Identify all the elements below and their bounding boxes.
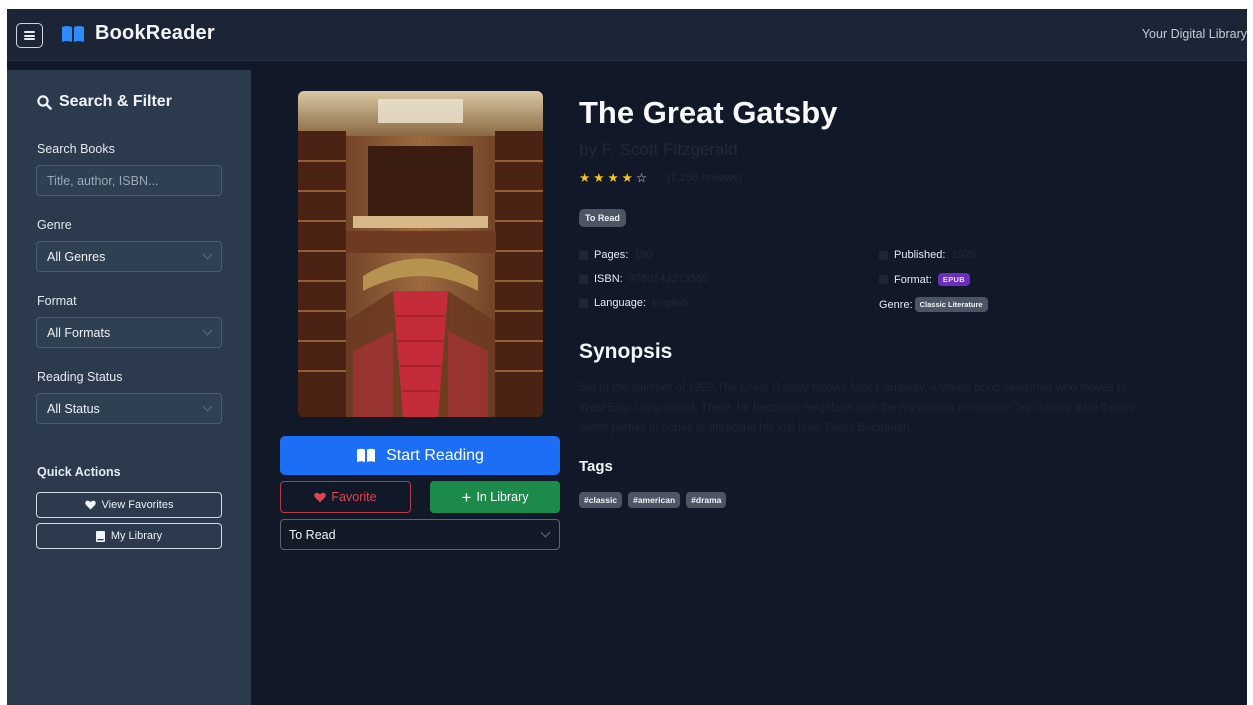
app-window: BookReader Your Digital Library Search &…	[7, 9, 1247, 705]
format-select[interactable]: All Formats	[36, 317, 222, 348]
in-library-label: In Library	[476, 490, 529, 504]
menu-toggle-button[interactable]	[16, 23, 43, 48]
isbn-row: ISBN: 9780743273565	[579, 273, 708, 285]
genre-badge: Classic Literature	[914, 297, 988, 312]
tag-chip[interactable]: #american	[628, 492, 681, 508]
search-icon	[37, 94, 52, 110]
quick-actions-label: Quick Actions	[37, 465, 121, 479]
favorite-label: Favorite	[331, 490, 377, 504]
pages-value: 180	[634, 249, 653, 261]
book-icon	[95, 530, 105, 542]
genre-label-text: Genre:	[879, 298, 913, 311]
star-rating: ★ ★ ★ ★ ☆	[579, 170, 647, 185]
open-book-icon	[62, 25, 84, 42]
chevron-down-icon	[202, 249, 213, 260]
plus-icon: +	[461, 487, 472, 507]
chevron-down-icon	[540, 527, 551, 538]
view-favorites-button[interactable]: View Favorites	[36, 492, 222, 518]
tag-list: #classic #american #drama	[579, 492, 727, 508]
book-title: The Great Gatsby	[579, 95, 838, 130]
language-row: Language: English	[579, 297, 688, 309]
genre-select[interactable]: All Genres	[36, 241, 222, 272]
published-row: Published: 1925	[879, 249, 976, 261]
file-icon	[879, 275, 888, 284]
isbn-value: 9780743273565	[628, 273, 709, 285]
brand[interactable]: BookReader	[61, 22, 215, 45]
star-filled-icon: ★	[579, 171, 591, 185]
isbn-label: ISBN:	[594, 273, 623, 285]
reading-status-select[interactable]: All Status	[36, 393, 222, 424]
start-reading-button[interactable]: Start Reading	[280, 436, 560, 475]
format-label: Format	[37, 294, 77, 308]
reading-status-select-value: All Status	[47, 401, 100, 416]
hamburger-icon	[24, 31, 35, 40]
in-library-button[interactable]: + In Library	[430, 481, 560, 513]
top-navbar: BookReader Your Digital Library	[7, 9, 1247, 61]
search-input[interactable]	[47, 173, 211, 188]
globe-icon	[579, 298, 588, 308]
review-count: (1,250 reviews)	[667, 172, 743, 184]
pages-label: Pages:	[594, 249, 629, 261]
chevron-down-icon	[202, 401, 213, 412]
published-value: 1925	[951, 249, 976, 261]
format-select-value: All Formats	[47, 325, 111, 340]
open-book-icon	[357, 448, 376, 462]
book-cover-image	[298, 91, 543, 417]
heart-icon	[314, 492, 327, 502]
synopsis-text: Set in the summer of 1922,The Great Gats…	[579, 382, 1135, 434]
view-favorites-label: View Favorites	[101, 499, 174, 511]
tags-heading: Tags	[579, 458, 613, 475]
my-library-button[interactable]: My Library	[36, 523, 222, 549]
star-filled-icon: ★	[593, 171, 605, 185]
search-input-wrapper[interactable]	[36, 165, 222, 196]
star-filled-icon: ★	[621, 171, 633, 185]
genre-label: Genre	[37, 218, 72, 232]
sidebar-title: Search & Filter	[37, 93, 172, 111]
tag-chip[interactable]: #classic	[579, 492, 623, 508]
format-badge: EPUB	[937, 273, 970, 286]
calendar-icon	[879, 250, 888, 260]
star-empty-icon: ☆	[635, 171, 648, 185]
format-label-text: Format:	[894, 273, 932, 286]
barcode-icon	[579, 274, 588, 284]
chevron-down-icon	[202, 325, 213, 336]
genre-select-value: All Genres	[47, 249, 106, 264]
status-badge: To Read	[579, 209, 626, 227]
sidebar-title-text: Search & Filter	[59, 93, 172, 110]
published-label: Published:	[894, 249, 946, 261]
genre-row: Genre: Classic Literature	[879, 297, 988, 312]
reading-status-dropdown-value: To Read	[289, 527, 336, 542]
tagline: Your Digital Library	[1141, 27, 1247, 41]
language-value: English	[652, 297, 689, 309]
reading-status-label: Reading Status	[37, 370, 123, 384]
my-library-label: My Library	[110, 530, 163, 542]
start-reading-label: Start Reading	[386, 446, 484, 464]
format-row: Format: EPUB	[879, 273, 970, 286]
synopsis-heading: Synopsis	[579, 340, 673, 363]
book-author: by F. Scott Fitzgerald	[579, 140, 738, 159]
favorite-button[interactable]: Favorite	[280, 481, 411, 513]
star-filled-icon: ★	[607, 171, 619, 185]
app-title: BookReader	[95, 22, 215, 44]
reading-status-dropdown[interactable]: To Read	[280, 519, 560, 550]
pages-icon	[579, 250, 588, 260]
tag-chip[interactable]: #drama	[686, 492, 727, 508]
sidebar: Search & Filter Search Books Genre All G…	[7, 70, 251, 705]
pages-row: Pages: 180	[579, 249, 653, 261]
language-label: Language:	[594, 297, 646, 309]
search-books-label: Search Books	[37, 142, 115, 156]
heart-icon	[84, 500, 96, 510]
